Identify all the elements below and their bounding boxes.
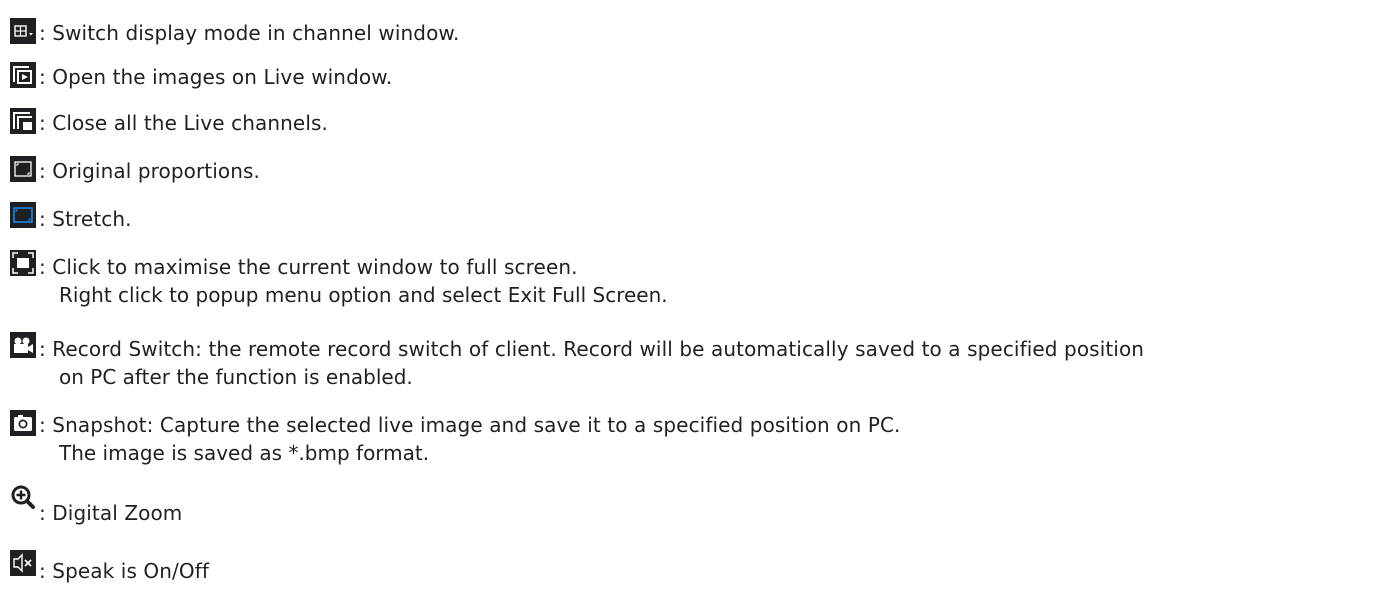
item-text: : Record Switch: the remote record switc…: [39, 337, 1145, 361]
speaker-mute-icon[interactable]: [10, 550, 36, 576]
item-text-continued: Right click to popup menu option and sel…: [59, 283, 668, 307]
display-mode-icon[interactable]: [10, 18, 36, 44]
item-text: : Snapshot: Capture the selected live im…: [39, 413, 901, 437]
close-live-icon[interactable]: [10, 108, 36, 134]
open-live-icon[interactable]: [10, 62, 36, 88]
record-icon[interactable]: [10, 332, 36, 358]
snapshot-icon[interactable]: [10, 410, 36, 436]
stretch-icon[interactable]: [10, 202, 36, 228]
item-text: : Original proportions.: [39, 159, 260, 183]
original-proportions-icon[interactable]: [10, 156, 36, 182]
item-text: : Open the images on Live window.: [39, 65, 393, 89]
item-text: : Switch display mode in channel window.: [39, 21, 460, 45]
zoom-icon[interactable]: [10, 484, 36, 510]
item-text-continued: on PC after the function is enabled.: [59, 365, 413, 389]
item-text: : Close all the Live channels.: [39, 111, 328, 135]
fullscreen-icon[interactable]: [10, 250, 36, 276]
item-text: : Speak is On/Off: [39, 559, 210, 583]
item-text: : Stretch.: [39, 207, 132, 231]
item-text: : Digital Zoom: [39, 501, 183, 525]
item-text: : Click to maximise the current window t…: [39, 255, 578, 279]
item-text-continued: The image is saved as *.bmp format.: [59, 441, 430, 465]
manual-page: { "items": [ { "icon": "display-mode-ico…: [0, 0, 1375, 599]
